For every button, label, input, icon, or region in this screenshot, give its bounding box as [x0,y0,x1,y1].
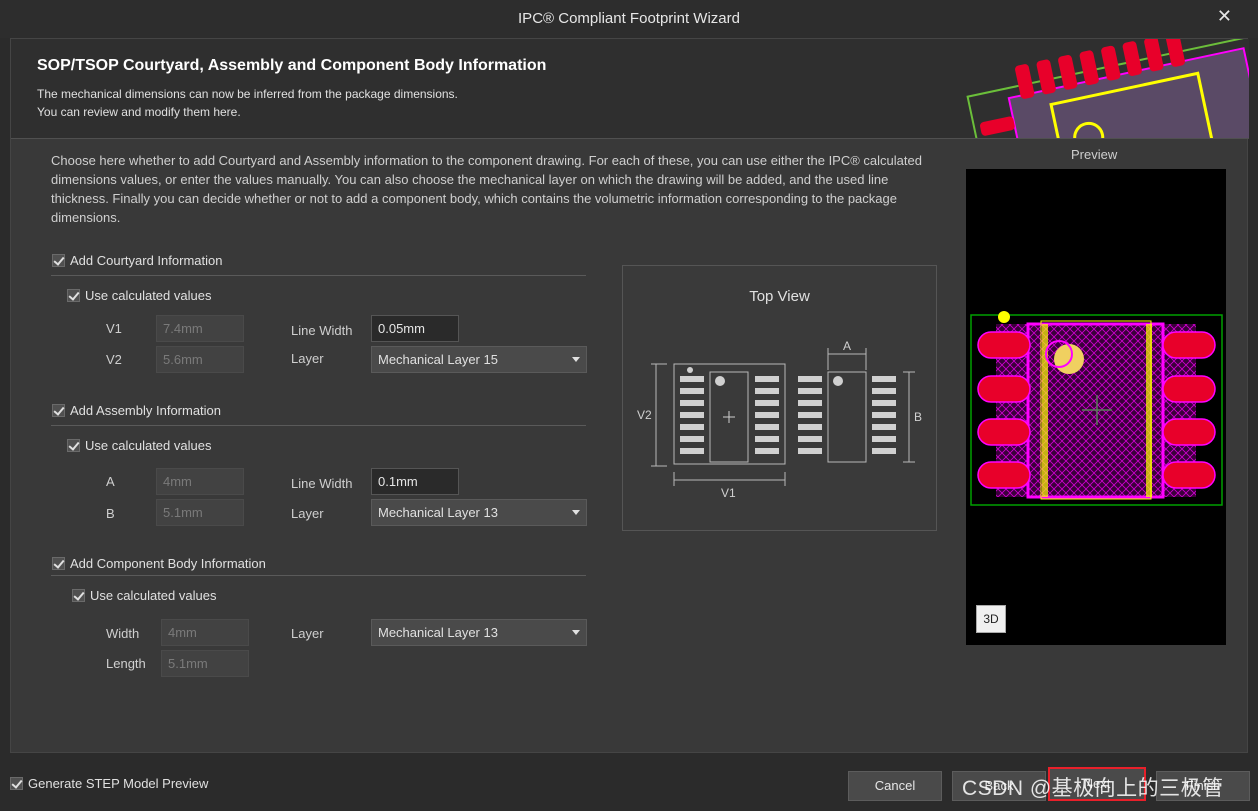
watermark-text: CSDN @基极向上的三极管 [962,777,1224,800]
wizard-dialog: SOP/TSOP Courtyard, Assembly and Compone… [10,38,1249,753]
chevron-down-icon [572,510,580,515]
length-field[interactable]: 5.1mm [161,650,249,677]
page-header: SOP/TSOP Courtyard, Assembly and Compone… [11,39,1249,139]
a-label: A [106,474,115,489]
window-title: IPC® Compliant Footprint Wizard [518,10,740,27]
b-label: B [106,506,115,521]
dim-a-label: A [843,339,851,353]
assembly-divider [51,425,586,426]
courtyard-divider [51,275,586,276]
intro-text: Choose here whether to add Courtyard and… [51,153,922,225]
courtyard-layer-value: Mechanical Layer 15 [378,352,498,367]
body-use-calc-checkbox[interactable] [72,589,85,602]
a-field[interactable]: 4mm [156,468,244,495]
width-label: Width [106,626,140,641]
generate-step-label: Generate STEP Model Preview [28,776,209,791]
courtyard-layer-select[interactable]: Mechanical Layer 15 [371,346,587,373]
page-subtitle-line1: The mechanical dimensions can now be inf… [37,87,458,101]
courtyard-checkbox-label: Add Courtyard Information [70,253,223,268]
top-view-diagram: V2 V1 A B [637,339,922,500]
generate-step-preview[interactable]: Generate STEP Model Preview [10,776,208,791]
body-divider [51,575,586,576]
body-checkbox-label: Add Component Body Information [70,556,266,571]
title-bar: IPC® Compliant Footprint Wizard ✕ [0,0,1258,38]
chevron-down-icon [572,357,580,362]
dim-b-label: B [914,410,922,424]
assembly-layer-value: Mechanical Layer 13 [378,505,498,520]
assembly-checkbox[interactable] [52,404,65,417]
body-layer-value: Mechanical Layer 13 [378,625,498,640]
assembly-layer-select[interactable]: Mechanical Layer 13 [371,499,587,526]
length-label: Length [106,656,146,671]
dim-v2-label: V2 [637,408,652,422]
body-checkbox[interactable] [52,557,65,570]
body-section-header[interactable]: Add Component Body Information [52,556,266,571]
close-icon[interactable]: ✕ [1217,6,1232,27]
courtyard-use-calc-label: Use calculated values [85,288,212,303]
body-use-calc[interactable]: Use calculated values [72,588,216,603]
b-field[interactable]: 5.1mm [156,499,244,526]
v2-label: V2 [106,352,122,367]
preview-label: Preview [1071,147,1118,162]
courtyard-checkbox[interactable] [52,254,65,267]
page-subtitle-line2: You can review and modify them here. [37,105,241,119]
assembly-line-width-label: Line Width [291,476,353,491]
v2-field[interactable]: 5.6mm [156,346,244,373]
page-title: SOP/TSOP Courtyard, Assembly and Compone… [37,57,547,74]
body-use-calc-label: Use calculated values [90,588,217,603]
footprint-preview[interactable]: 3D [966,169,1226,645]
cancel-button[interactable]: Cancel [848,771,942,801]
assembly-use-calc-label: Use calculated values [85,438,212,453]
v1-label: V1 [106,321,122,336]
v1-field[interactable]: 7.4mm [156,315,244,342]
courtyard-line-width-label: Line Width [291,323,353,338]
assembly-section-header[interactable]: Add Assembly Information [52,403,221,418]
assembly-checkbox-label: Add Assembly Information [70,403,222,418]
assembly-line-width-field[interactable]: 0.1mm [371,468,459,495]
footprint-preview-drawing [970,311,1223,506]
courtyard-layer-label: Layer [291,351,324,366]
courtyard-line-width-field[interactable]: 0.05mm [371,315,459,342]
dim-v1-label: V1 [721,486,736,500]
chevron-down-icon [572,630,580,635]
body-layer-label: Layer [291,626,324,641]
courtyard-use-calc-checkbox[interactable] [67,289,80,302]
assembly-use-calc-checkbox[interactable] [67,439,80,452]
courtyard-use-calc[interactable]: Use calculated values [67,288,211,303]
courtyard-section-header[interactable]: Add Courtyard Information [52,253,222,268]
generate-step-checkbox[interactable] [10,777,23,790]
3d-view-button[interactable]: 3D [976,605,1006,633]
assembly-use-calc[interactable]: Use calculated values [67,438,211,453]
footprint-banner-image [966,39,1249,138]
top-view-panel: Top View V2 V1 A B [622,265,937,531]
width-field[interactable]: 4mm [161,619,249,646]
assembly-layer-label: Layer [291,506,324,521]
body-layer-select[interactable]: Mechanical Layer 13 [371,619,587,646]
